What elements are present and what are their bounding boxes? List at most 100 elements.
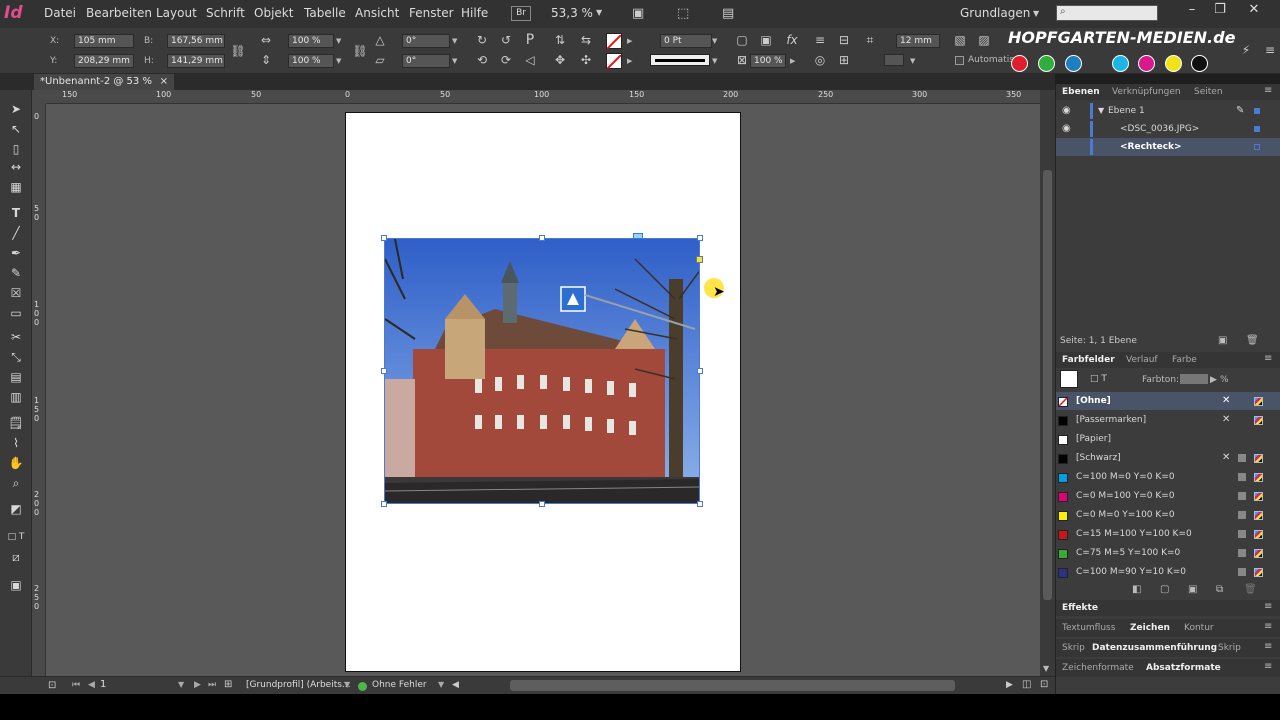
menu-datei[interactable]: Datei bbox=[44, 6, 76, 20]
swatch-view-icon[interactable]: ◧ bbox=[1132, 584, 1141, 595]
height-field[interactable]: 141,29 mm bbox=[167, 54, 225, 68]
chevron-down-icon[interactable]: ▼ bbox=[712, 54, 722, 68]
minimize-button[interactable]: – bbox=[1181, 2, 1203, 20]
ruler-origin[interactable] bbox=[32, 90, 46, 104]
chevron-down-icon[interactable]: ▼ bbox=[336, 34, 346, 48]
tab-layers[interactable]: Ebenen bbox=[1062, 87, 1100, 97]
scale-x-field[interactable]: 100 % bbox=[288, 34, 334, 48]
tab-pages[interactable]: Seiten bbox=[1194, 87, 1223, 97]
duplicate-swatch-icon[interactable]: ⧉ bbox=[1216, 584, 1223, 595]
eyedropper-tool-icon[interactable]: ⌇ bbox=[6, 434, 26, 452]
document-page[interactable] bbox=[345, 112, 741, 672]
tab-text-wrap[interactable]: Textumfluss bbox=[1062, 623, 1115, 633]
menu-fenster[interactable]: Fenster bbox=[409, 6, 454, 20]
zoom-tool-icon[interactable]: ⌕ bbox=[6, 474, 26, 492]
close-button[interactable]: ✕ bbox=[1243, 2, 1265, 20]
page-thumbnail-icon[interactable]: ⊡ bbox=[48, 680, 56, 691]
tab-color[interactable]: Farbe bbox=[1172, 355, 1197, 365]
panel-menu-icon[interactable]: ≡ bbox=[1264, 641, 1272, 652]
swatch-row[interactable]: [Papier] bbox=[1056, 430, 1280, 448]
type-tool-icon[interactable]: T bbox=[6, 204, 26, 222]
menu-tabelle[interactable]: Tabelle bbox=[304, 6, 346, 20]
fill-stroke-icon[interactable]: ◩ bbox=[6, 500, 26, 518]
open-document-icon[interactable]: ⊞ bbox=[224, 679, 232, 690]
scrollbar-thumb[interactable] bbox=[1043, 170, 1052, 600]
swatch-group-icon[interactable]: ▢ bbox=[1160, 584, 1169, 595]
opacity-field[interactable]: 100 % bbox=[750, 54, 786, 68]
frame-fitting-icon[interactable]: ▢ bbox=[734, 32, 750, 48]
expand-layer-icon[interactable]: ▼ bbox=[1098, 102, 1104, 120]
panel-menu-icon[interactable]: ≡ bbox=[1264, 621, 1272, 632]
swatch-row[interactable]: [Ohne] ✕ bbox=[1056, 392, 1280, 410]
rotation-field[interactable]: 0° bbox=[402, 34, 450, 48]
page-number-field[interactable]: 1 bbox=[100, 679, 106, 690]
chevron-down-icon[interactable]: ▼ bbox=[596, 8, 602, 17]
rectangle-tool-icon[interactable]: ▭ bbox=[6, 304, 26, 322]
flip-horizontal-icon[interactable]: ⇆ bbox=[578, 32, 594, 48]
bridge-button[interactable]: Br bbox=[511, 6, 531, 21]
arrange-documents-icon[interactable]: ▤ bbox=[722, 6, 734, 21]
chevron-down-icon[interactable]: ▼ bbox=[712, 34, 722, 48]
layer-item-row-selected[interactable]: <Rechteck> bbox=[1056, 138, 1280, 156]
selection-square-icon[interactable] bbox=[1254, 144, 1260, 150]
tab-swatches[interactable]: Farbfelder bbox=[1062, 355, 1115, 365]
tab-character[interactable]: Zeichen bbox=[1130, 623, 1170, 633]
search-input[interactable]: ⌕ bbox=[1056, 5, 1158, 21]
menu-schrift[interactable]: Schrift bbox=[206, 6, 245, 20]
stroke-none-swatch[interactable] bbox=[606, 53, 622, 70]
fit-content-icon[interactable]: ▨ bbox=[976, 32, 992, 48]
lightning-icon[interactable]: ⚡ bbox=[1238, 42, 1254, 58]
resize-handle-tr[interactable] bbox=[697, 235, 703, 241]
pasteboard[interactable]: ➤ bbox=[46, 104, 1040, 676]
view-options-icon[interactable]: ▣ bbox=[632, 6, 644, 21]
swatch-row[interactable]: C=100 M=0 Y=0 K=0 bbox=[1056, 468, 1280, 486]
resize-handle-right[interactable] bbox=[697, 368, 703, 374]
rectangle-frame-tool-icon[interactable]: ☒ bbox=[6, 284, 26, 302]
text-wrap-none-icon[interactable]: ≡ bbox=[812, 32, 828, 48]
select-next-icon[interactable]: ✥ bbox=[552, 52, 568, 68]
image-frame[interactable] bbox=[384, 238, 700, 504]
note-tool-icon[interactable]: 🗒 bbox=[6, 414, 26, 432]
formatting-affects-icon[interactable]: □ T bbox=[1090, 374, 1107, 384]
close-tab-icon[interactable]: × bbox=[160, 74, 168, 90]
resize-handle-bl[interactable] bbox=[381, 501, 387, 507]
direct-selection-tool-icon[interactable]: ↖ bbox=[6, 120, 26, 138]
effects-panel-tab[interactable]: Effekte ≡ bbox=[1056, 600, 1280, 616]
swatch-row[interactable]: [Schwarz] ✕ bbox=[1056, 449, 1280, 467]
gradient-feather-tool-icon[interactable]: ▥ bbox=[6, 388, 26, 406]
selection-square-icon[interactable] bbox=[1254, 126, 1260, 132]
chevron-down-icon[interactable]: ▼ bbox=[178, 680, 184, 689]
select-content-icon[interactable]: ⟳ bbox=[498, 52, 514, 68]
vertical-ruler[interactable]: 0 5 0 1 0 0 1 5 0 2 0 0 2 5 0 bbox=[32, 104, 46, 676]
fill-none-swatch[interactable] bbox=[606, 33, 622, 50]
apply-none-icon[interactable]: ⧄ bbox=[6, 548, 26, 566]
spacing-field[interactable]: 12 mm bbox=[896, 34, 940, 48]
scroll-left-icon[interactable]: ◀ bbox=[452, 680, 459, 690]
vertical-scrollbar[interactable]: ▼ bbox=[1040, 90, 1055, 676]
horizontal-ruler[interactable]: 150 100 50 0 50 100 150 200 250 300 350 bbox=[46, 90, 1040, 104]
shear-field[interactable]: 0° bbox=[402, 54, 450, 68]
corner-options-icon[interactable]: ▣ bbox=[758, 32, 774, 48]
swatch-row[interactable]: C=15 M=100 Y=100 K=0 bbox=[1056, 525, 1280, 543]
swatch-row[interactable]: [Passermarken] ✕ bbox=[1056, 411, 1280, 429]
panel-menu-icon[interactable]: ≡ bbox=[1262, 42, 1278, 58]
x-position-field[interactable]: 105 mm bbox=[74, 34, 134, 48]
swatch-row[interactable]: C=0 M=0 Y=100 K=0 bbox=[1056, 506, 1280, 524]
resize-handle-tl[interactable] bbox=[381, 235, 387, 241]
layer-row[interactable]: ◉ ▼ Ebene 1 ✎ bbox=[1056, 102, 1280, 120]
tab-scripts[interactable]: Skrip bbox=[1062, 643, 1085, 653]
fitting-options-select[interactable] bbox=[884, 54, 904, 66]
resize-handle-bottom[interactable] bbox=[539, 501, 545, 507]
next-page-icon[interactable]: ▶ bbox=[194, 680, 201, 690]
chevron-down-icon[interactable]: ▼ bbox=[1033, 9, 1039, 18]
hand-tool-icon[interactable]: ✋ bbox=[6, 454, 26, 472]
constrain-proportions-icon[interactable]: ⛓ bbox=[230, 43, 246, 59]
swatch-row[interactable]: C=75 M=5 Y=100 K=0 bbox=[1056, 544, 1280, 562]
eye-icon[interactable]: ◉ bbox=[1062, 102, 1071, 120]
chevron-down-icon[interactable]: ▼ bbox=[344, 680, 350, 689]
swatch-row[interactable]: C=0 M=100 Y=0 K=0 bbox=[1056, 487, 1280, 505]
free-transform-tool-icon[interactable]: ⤡ bbox=[6, 348, 26, 366]
menu-objekt[interactable]: Objekt bbox=[254, 6, 293, 20]
stroke-type-select[interactable] bbox=[650, 54, 710, 66]
link-scale-icon[interactable]: ⛓ bbox=[352, 43, 368, 59]
